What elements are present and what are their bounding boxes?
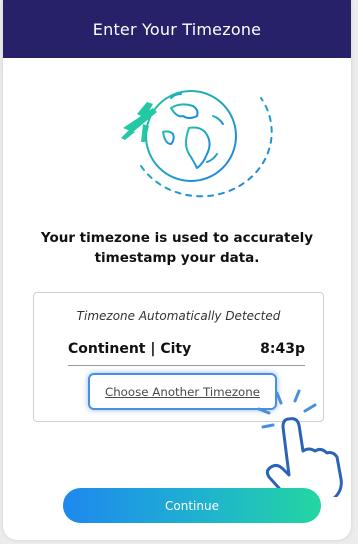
modal-title: Enter Your Timezone: [92, 19, 262, 39]
modal-header: Enter Your Timezone: [3, 0, 351, 58]
globe-illustration: [121, 90, 273, 198]
timezone-time: 8:43p: [260, 341, 305, 357]
choose-another-timezone-link[interactable]: Choose Another Timezone: [105, 385, 260, 399]
continue-button[interactable]: Continue: [63, 488, 321, 523]
airplane-icon: [121, 102, 157, 142]
globe-icon: [140, 90, 273, 198]
timezone-info-text: Your timezone is used to accurately time…: [40, 230, 314, 266]
timezone-modal: Enter Your Timezone Your timezone is use…: [3, 0, 351, 540]
divider: [68, 365, 305, 366]
auto-detected-label: Timezone Automatically Detected: [76, 309, 281, 323]
pointing-hand-icon: [257, 389, 343, 497]
timezone-row: Continent | City 8:43p: [68, 341, 305, 357]
timezone-location: Continent | City: [68, 341, 192, 357]
